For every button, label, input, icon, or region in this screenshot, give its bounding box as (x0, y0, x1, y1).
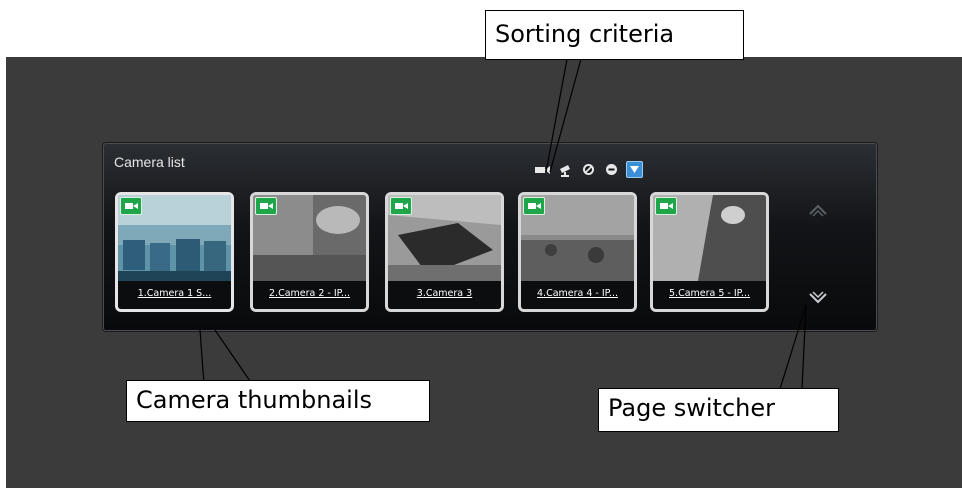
camera-list-panel: Camera list 1.Camera 1 S... 2.Camera 2 -… (103, 143, 877, 331)
camera-4-label: 4.Camera 4 - IP... (521, 281, 634, 309)
disabled-sort-icon[interactable] (580, 161, 597, 178)
page-down-button[interactable] (804, 284, 832, 312)
camera-thumbnail-2[interactable]: 2.Camera 2 - IP... (250, 192, 369, 312)
camera-2-label: 2.Camera 2 - IP... (253, 281, 366, 309)
camera-4-type-icon (523, 197, 545, 215)
camera-thumbnail-1[interactable]: 1.Camera 1 S... (115, 192, 234, 312)
camera-5-label: 5.Camera 5 - IP... (653, 281, 766, 309)
camera-thumbnail-5[interactable]: 5.Camera 5 - IP... (650, 192, 769, 312)
camera-1-type-icon (120, 197, 142, 215)
filter-sort-icon[interactable] (626, 161, 643, 178)
camera-2-type-icon (255, 197, 277, 215)
chevron-up-icon (809, 204, 827, 217)
callout-sorting-criteria: Sorting criteria (485, 10, 744, 60)
camera-5-type-icon (655, 197, 677, 215)
camera-3-label: 3.Camera 3 (388, 281, 501, 309)
panel-title: Camera list (114, 154, 185, 170)
chevron-down-icon (809, 291, 827, 304)
camera-1-label: 1.Camera 1 S... (118, 281, 231, 309)
camera-thumbnail-3[interactable]: 3.Camera 3 (385, 192, 504, 312)
callout-page-switcher: Page switcher (598, 388, 839, 432)
callout-camera-thumbnails: Camera thumbnails (126, 380, 430, 422)
camera-3-type-icon (390, 197, 412, 215)
camera-sort-icon[interactable] (534, 161, 551, 178)
sort-toolbar (534, 161, 643, 179)
status-sort-icon[interactable] (603, 161, 620, 178)
ptz-sort-icon[interactable] (557, 161, 574, 178)
camera-thumbnail-4[interactable]: 4.Camera 4 - IP... (518, 192, 637, 312)
page-up-button[interactable] (804, 196, 832, 224)
